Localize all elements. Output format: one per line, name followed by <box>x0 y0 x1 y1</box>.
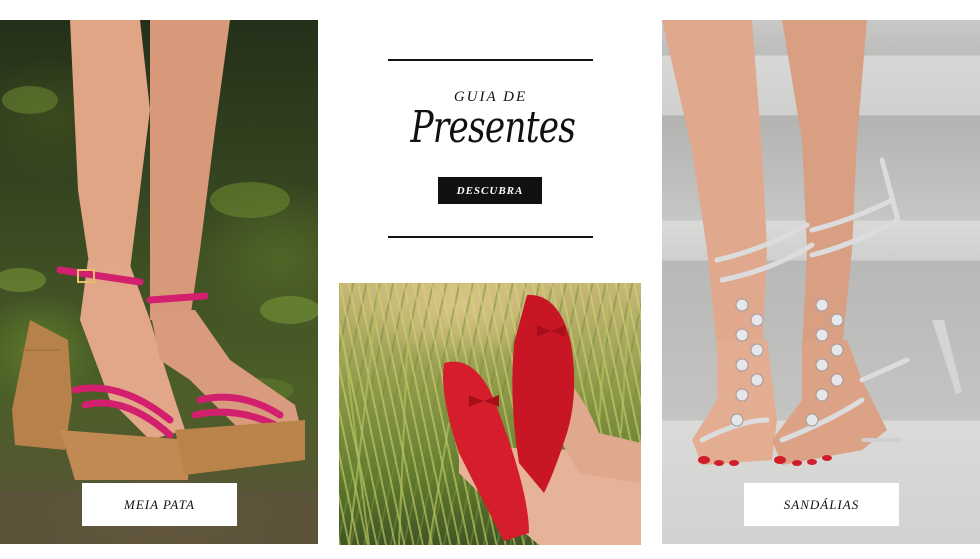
product-image-flats[interactable] <box>339 283 641 545</box>
bottom-divider <box>388 236 593 238</box>
product-image-meia-pata[interactable] <box>0 20 318 544</box>
red-flats-illustration <box>343 283 641 545</box>
discover-button[interactable]: DESCUBRA <box>438 177 542 204</box>
meia-pata-button[interactable]: MEIA PATA <box>82 483 237 526</box>
top-divider <box>388 59 593 61</box>
sandalias-button[interactable]: SANDÁLIAS <box>744 483 899 526</box>
product-image-sandalias[interactable] <box>662 20 980 544</box>
gift-guide-promo: GUIA DE Presentes DESCUBRA <box>388 58 593 239</box>
silver-sandals-illustration <box>662 20 962 466</box>
promo-title: Presentes <box>410 102 576 153</box>
pink-heels-illustration <box>0 20 318 544</box>
